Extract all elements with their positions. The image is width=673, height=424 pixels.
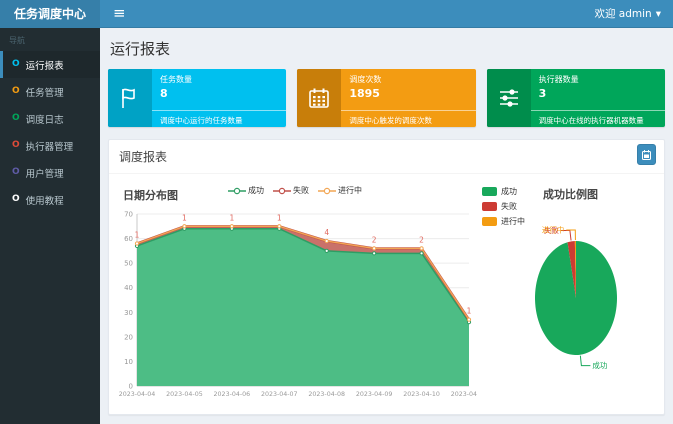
svg-text:1: 1 (467, 307, 472, 316)
sidebar-section-label: 导航 (0, 28, 100, 51)
top-header: 任务调度中心 ≡ 欢迎 admin ▾ (0, 0, 673, 28)
svg-text:2023-04-10: 2023-04-10 (403, 391, 440, 398)
sliders-icon (487, 69, 531, 127)
svg-text:2023-04-08: 2023-04-08 (308, 391, 345, 398)
svg-text:10: 10 (124, 358, 133, 366)
area-legend-item-0[interactable]: 成功 (228, 185, 264, 196)
pie-legend-item-2[interactable]: 进行中 (482, 216, 525, 227)
sidebar-menu: O 运行报表 O 任务管理 O 调度日志 O 执行器管理 O 用户管理 O 使用教程 (0, 51, 100, 213)
area-chart-canvas: 0 10 20 30 40 50 60 70 2023-04-04 2023-04-05 2023-… (113, 202, 477, 404)
date-range-button[interactable] (637, 144, 656, 165)
card-value: 8 (160, 87, 278, 100)
sidebar-item-label: 任务管理 (26, 85, 64, 99)
report-panel: 调度报表 日期分布图 成功失败进行中 0102030405 (108, 139, 665, 415)
svg-text:2023-04-04: 2023-04-04 (119, 391, 156, 398)
stat-card-executor-count: 执行器数量 3 调度中心在线的执行器机器数量 (487, 69, 665, 127)
sidebar-item-executor-manage[interactable]: O 执行器管理 (0, 132, 100, 159)
pie-legend-item-1[interactable]: 失败 (482, 201, 525, 212)
circle-icon: O (12, 195, 20, 204)
card-caption: 调度中心触发的调度次数 (341, 110, 475, 127)
card-value: 1895 (349, 87, 467, 100)
svg-text:4: 4 (324, 228, 329, 237)
svg-text:30: 30 (124, 309, 133, 317)
area-legend-item-2[interactable]: 进行中 (318, 185, 362, 196)
user-menu[interactable]: 欢迎 admin ▾ (582, 6, 673, 21)
sidebar: 导航 O 运行报表 O 任务管理 O 调度日志 O 执行器管理 O 用户管理 O 使用教程 (0, 28, 100, 424)
stat-cards-row: 任务数量 8 调度中心运行的任务数量 (108, 69, 665, 127)
svg-text:1: 1 (229, 213, 234, 222)
pie-legend-item-0[interactable]: 成功 (482, 186, 525, 197)
svg-text:40: 40 (124, 284, 133, 292)
area-chart-legend: 成功失败进行中 (228, 185, 362, 196)
svg-text:50: 50 (124, 260, 133, 268)
welcome-text: 欢迎 admin (594, 6, 651, 21)
sidebar-item-job-manage[interactable]: O 任务管理 (0, 78, 100, 105)
svg-text:2023-04-05: 2023-04-05 (166, 391, 203, 398)
pie-chart-legend: 成功失败进行中 (482, 186, 525, 227)
sidebar-toggle-icon[interactable]: ≡ (100, 0, 139, 27)
svg-text:2023-04-07: 2023-04-07 (261, 391, 298, 398)
card-label: 任务数量 (160, 74, 278, 85)
svg-text:成功: 成功 (592, 360, 607, 370)
report-panel-body: 日期分布图 成功失败进行中 0102030405060702023-04-042… (109, 174, 664, 414)
sidebar-item-dispatch-log[interactable]: O 调度日志 (0, 105, 100, 132)
sidebar-item-user-manage[interactable]: O 用户管理 (0, 159, 100, 186)
sidebar-item-label: 调度日志 (26, 112, 64, 126)
svg-text:1: 1 (182, 213, 187, 222)
report-panel-header: 调度报表 (109, 140, 664, 174)
svg-text:70: 70 (124, 211, 133, 219)
sidebar-item-label: 用户管理 (26, 166, 64, 180)
success-ratio-chart: 成功失败进行中 成功比例图 成功失败进行中 (477, 180, 664, 404)
svg-text:2: 2 (372, 235, 377, 244)
stat-card-trigger-count: 调度次数 1895 调度中心触发的调度次数 (297, 69, 475, 127)
area-chart-title: 日期分布图 (113, 189, 178, 202)
svg-text:2: 2 (419, 235, 424, 244)
calendar-icon (642, 150, 651, 160)
date-distribution-chart: 日期分布图 成功失败进行中 0 10 20 30 40 50 60 70 2023-04-04 2… (113, 180, 477, 404)
circle-icon: O (12, 141, 20, 150)
svg-text:20: 20 (124, 333, 133, 341)
panel-title: 调度报表 (119, 150, 167, 164)
sidebar-item-label: 执行器管理 (26, 139, 74, 153)
pie-chart-canvas: 成功 失败进行中 (477, 202, 664, 392)
card-caption: 调度中心运行的任务数量 (152, 110, 286, 127)
svg-text:1: 1 (277, 213, 282, 222)
sidebar-item-label: 使用教程 (26, 193, 64, 207)
circle-icon: O (12, 87, 20, 96)
svg-text:2023-04-09: 2023-04-09 (356, 391, 393, 398)
stat-card-job-count: 任务数量 8 调度中心运行的任务数量 (108, 69, 286, 127)
chevron-down-icon: ▾ (656, 8, 661, 20)
svg-text:2023-04-06: 2023-04-06 (214, 391, 251, 398)
card-label: 调度次数 (349, 74, 467, 85)
calendar-icon (297, 69, 341, 127)
svg-text:2023-04-11: 2023-04-11 (451, 391, 477, 398)
svg-text:60: 60 (124, 235, 133, 243)
page-title: 运行报表 (110, 38, 665, 59)
navbar: ≡ 欢迎 admin ▾ (100, 0, 673, 28)
sidebar-item-label: 运行报表 (26, 58, 64, 72)
circle-icon: O (12, 60, 20, 69)
circle-icon: O (12, 168, 20, 177)
svg-text:0: 0 (129, 383, 133, 391)
card-caption: 调度中心在线的执行器机器数量 (531, 110, 665, 127)
flag-icon (108, 69, 152, 127)
sidebar-item-run-report[interactable]: O 运行报表 (0, 51, 100, 78)
circle-icon: O (12, 114, 20, 123)
main-content: 运行报表 任务数量 8 调度中心运行的任务数量 (100, 28, 673, 424)
card-label: 执行器数量 (539, 74, 657, 85)
svg-text:进行中: 进行中 (542, 225, 565, 235)
brand-logo[interactable]: 任务调度中心 (0, 0, 100, 28)
card-value: 3 (539, 87, 657, 100)
area-legend-item-1[interactable]: 失败 (273, 185, 309, 196)
svg-text:1: 1 (135, 230, 140, 239)
sidebar-item-help[interactable]: O 使用教程 (0, 186, 100, 213)
